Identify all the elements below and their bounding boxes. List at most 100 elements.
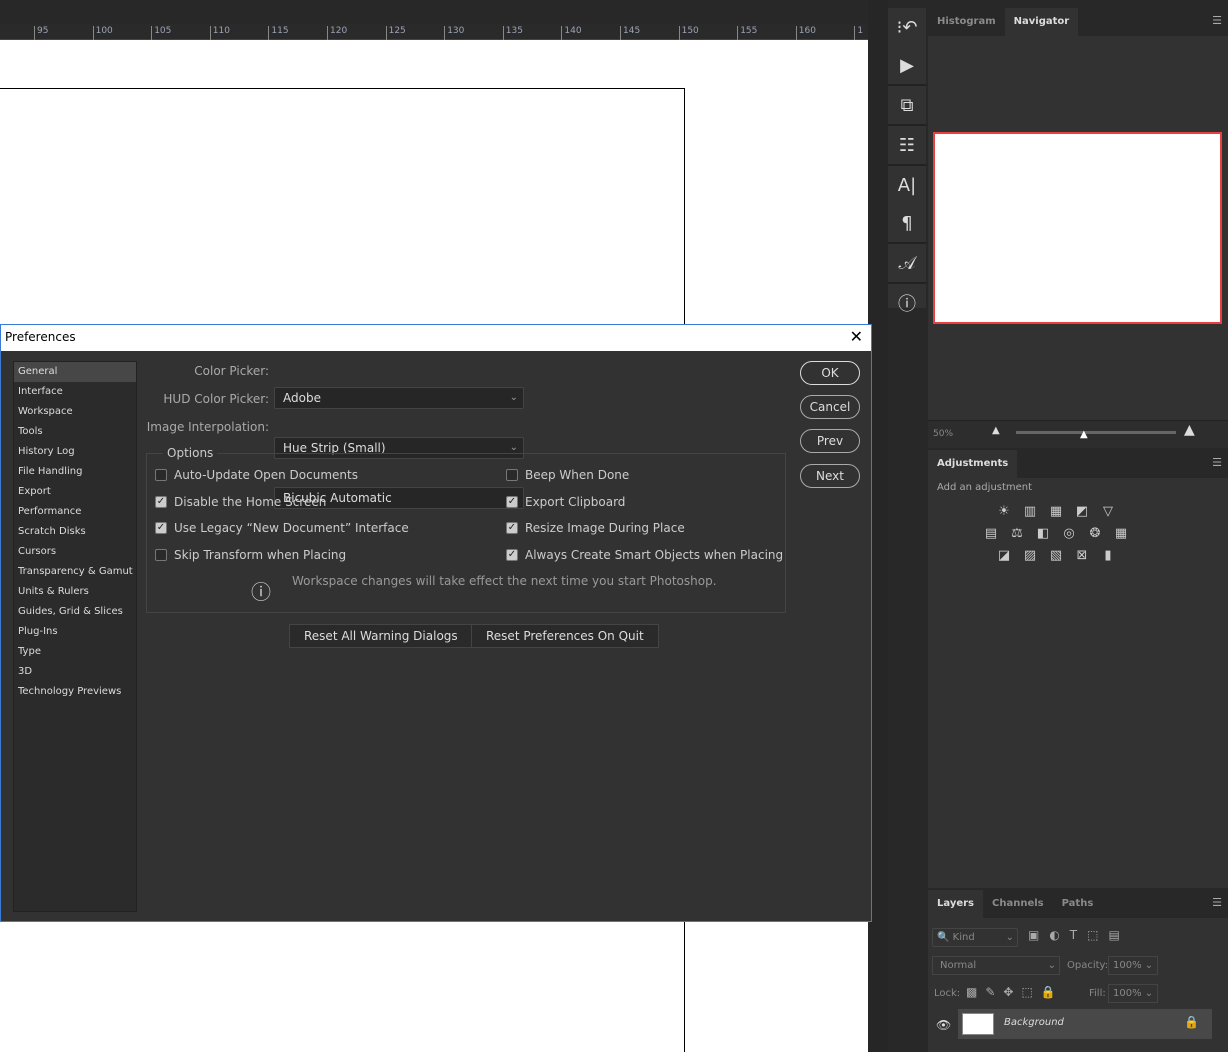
cancel-button[interactable]: Cancel bbox=[800, 395, 860, 419]
zoom-in-icon[interactable]: ▲ bbox=[1184, 422, 1195, 438]
lock-icons[interactable]: ▩✎✥⬚🔒 bbox=[966, 985, 1064, 999]
checkbox[interactable] bbox=[506, 469, 518, 481]
blend-mode-select[interactable]: Normal ⌄ bbox=[932, 956, 1060, 975]
checkbox[interactable]: ✓ bbox=[506, 522, 518, 534]
checkbox[interactable] bbox=[155, 548, 167, 561]
checkbox[interactable] bbox=[155, 469, 167, 481]
opacity-value: 100% bbox=[1113, 960, 1142, 971]
sidebar-item[interactable]: Cursors bbox=[14, 542, 136, 562]
adjustment-icon[interactable]: ⚖ bbox=[1007, 525, 1027, 541]
tab-channels[interactable]: Channels bbox=[983, 890, 1053, 918]
sidebar-item[interactable]: Technology Previews bbox=[14, 682, 136, 702]
select-value: Adobe bbox=[283, 391, 321, 405]
preferences-dialog: Preferences ✕ General Interface Workspace To… bbox=[0, 324, 872, 922]
sidebar-item[interactable]: Guides, Grid & Slices bbox=[14, 602, 136, 622]
ruler-tick-label: 155 bbox=[737, 26, 757, 40]
kind-filter[interactable]: 🔍 Kind ⌄ bbox=[932, 928, 1018, 947]
sidebar-item[interactable]: General bbox=[14, 362, 136, 382]
adjustment-icon[interactable]: ▥ bbox=[1020, 503, 1040, 519]
adjustment-icon[interactable]: ◪ bbox=[994, 547, 1014, 563]
next-button[interactable]: Next bbox=[800, 464, 860, 488]
sidebar-item[interactable]: Tools bbox=[14, 422, 136, 442]
opacity-input[interactable]: 100% ⌄ bbox=[1108, 956, 1158, 975]
ok-button[interactable]: OK bbox=[800, 361, 860, 385]
zoom-out-icon[interactable]: ▲ bbox=[992, 425, 1000, 436]
adjustment-icon[interactable]: ▨ bbox=[1020, 547, 1040, 563]
select-field[interactable]: Adobe ⌄ bbox=[274, 387, 524, 409]
adjustment-icon[interactable]: ❂ bbox=[1085, 525, 1105, 541]
navigator-preview[interactable] bbox=[933, 132, 1222, 324]
3d-icon[interactable]: ⧉ bbox=[888, 86, 926, 124]
character-icon[interactable]: A| bbox=[888, 166, 926, 204]
layer-filter-icons[interactable]: ▣◐T⬚▤ bbox=[1028, 928, 1130, 942]
adjustment-icon[interactable]: ▦ bbox=[1046, 503, 1066, 519]
tab-histogram[interactable]: Histogram bbox=[928, 8, 1005, 36]
checkbox-label: Always Create Smart Objects when Placing bbox=[525, 547, 784, 562]
info-icon[interactable]: ⓘ bbox=[888, 284, 926, 322]
panel-menu-icon[interactable]: ☰ bbox=[1212, 456, 1222, 469]
option-checkbox[interactable]: Skip Transform when Placing bbox=[155, 548, 346, 562]
close-icon[interactable]: ✕ bbox=[850, 325, 863, 349]
sidebar-item[interactable]: History Log bbox=[14, 442, 136, 462]
tab-adjustments[interactable]: Adjustments bbox=[928, 450, 1018, 478]
adjustment-icon[interactable]: ▮ bbox=[1098, 547, 1118, 563]
adjustment-icon[interactable]: ⊠ bbox=[1072, 547, 1092, 563]
checkbox[interactable]: ✓ bbox=[155, 522, 167, 534]
clone-source-icon[interactable]: ☷ bbox=[888, 126, 926, 164]
reset-warnings-button[interactable]: Reset All Warning Dialogs bbox=[289, 624, 473, 648]
option-checkbox[interactable]: ✓ Resize Image During Place bbox=[506, 521, 685, 535]
checkbox[interactable]: ✓ bbox=[506, 548, 518, 561]
fill-input[interactable]: 100% ⌄ bbox=[1108, 984, 1158, 1003]
option-checkbox[interactable]: ✓ Always Create Smart Objects when Placin… bbox=[506, 548, 783, 562]
glyphs-icon[interactable]: 𝒜 bbox=[888, 244, 926, 282]
paragraph-icon[interactable]: ¶ bbox=[888, 204, 926, 242]
adjustment-icon[interactable]: ☀ bbox=[994, 503, 1014, 519]
adjustment-icon[interactable]: ▽ bbox=[1098, 503, 1118, 519]
option-checkbox[interactable]: ✓ Export Clipboard bbox=[506, 495, 625, 509]
option-checkbox[interactable]: ✓ Disable the Home Screen bbox=[155, 495, 326, 509]
option-checkbox[interactable]: Auto-Update Open Documents bbox=[155, 468, 358, 482]
field-label: Image Interpolation: bbox=[146, 420, 269, 434]
ruler-tick-label: 145 bbox=[620, 26, 640, 40]
sidebar-item[interactable]: Export bbox=[14, 482, 136, 502]
option-checkbox[interactable]: ✓ Use Legacy “New Document” Interface bbox=[155, 521, 409, 535]
tab-navigator[interactable]: Navigator bbox=[1004, 8, 1079, 36]
ruler-tick-label: 105 bbox=[151, 26, 171, 40]
adjustment-icon[interactable]: ▦ bbox=[1111, 525, 1131, 541]
reset-preferences-button[interactable]: Reset Preferences On Quit bbox=[471, 624, 659, 648]
checkbox[interactable]: ✓ bbox=[506, 495, 518, 508]
tab-layers[interactable]: Layers bbox=[928, 890, 983, 918]
adjustment-icon[interactable]: ◧ bbox=[1033, 525, 1053, 541]
panel-menu-icon[interactable]: ☰ bbox=[1212, 896, 1222, 909]
checkbox[interactable]: ✓ bbox=[155, 495, 167, 508]
sidebar-item[interactable]: Units & Rulers bbox=[14, 582, 136, 602]
history-icon[interactable]: ⁝↶ bbox=[888, 8, 926, 46]
adjustment-icon[interactable]: ◩ bbox=[1072, 503, 1092, 519]
sidebar-item[interactable]: Transparency & Gamut bbox=[14, 562, 136, 582]
slider-handle[interactable]: ▲ bbox=[1080, 429, 1088, 440]
sidebar-item[interactable]: Workspace bbox=[14, 402, 136, 422]
sidebar-item[interactable]: Scratch Disks bbox=[14, 522, 136, 542]
adjustment-icon[interactable]: ▧ bbox=[1046, 547, 1066, 563]
layer-row[interactable]: Background 🔒 bbox=[958, 1009, 1212, 1039]
sidebar-item[interactable]: Performance bbox=[14, 502, 136, 522]
layer-name: Background bbox=[1004, 1017, 1064, 1028]
panel-menu-icon[interactable]: ☰ bbox=[1212, 14, 1222, 27]
sidebar-item[interactable]: Type bbox=[14, 642, 136, 662]
panel-icon-dock: ⁝↶ ▶ ⧉ ☷ A| ¶ 𝒜ⓘ bbox=[888, 8, 926, 315]
prev-button[interactable]: Prev bbox=[800, 429, 860, 453]
zoom-slider[interactable] bbox=[1016, 431, 1176, 434]
play-actions-icon[interactable]: ▶ bbox=[888, 46, 926, 84]
visibility-eye-icon[interactable]: 👁 bbox=[936, 1018, 951, 1032]
checkbox-label: Disable the Home Screen bbox=[174, 494, 327, 509]
lock-label: Lock: bbox=[934, 988, 961, 999]
adjustment-icon[interactable]: ▤ bbox=[981, 525, 1001, 541]
adjustment-icon[interactable]: ◎ bbox=[1059, 525, 1079, 541]
sidebar-item[interactable]: File Handling bbox=[14, 462, 136, 482]
option-checkbox[interactable]: Beep When Done bbox=[506, 468, 629, 482]
sidebar-item[interactable]: Plug-Ins bbox=[14, 622, 136, 642]
zoom-level[interactable]: 50% bbox=[933, 429, 953, 439]
tab-paths[interactable]: Paths bbox=[1053, 890, 1103, 918]
sidebar-item[interactable]: 3D bbox=[14, 662, 136, 682]
sidebar-item[interactable]: Interface bbox=[14, 382, 136, 402]
